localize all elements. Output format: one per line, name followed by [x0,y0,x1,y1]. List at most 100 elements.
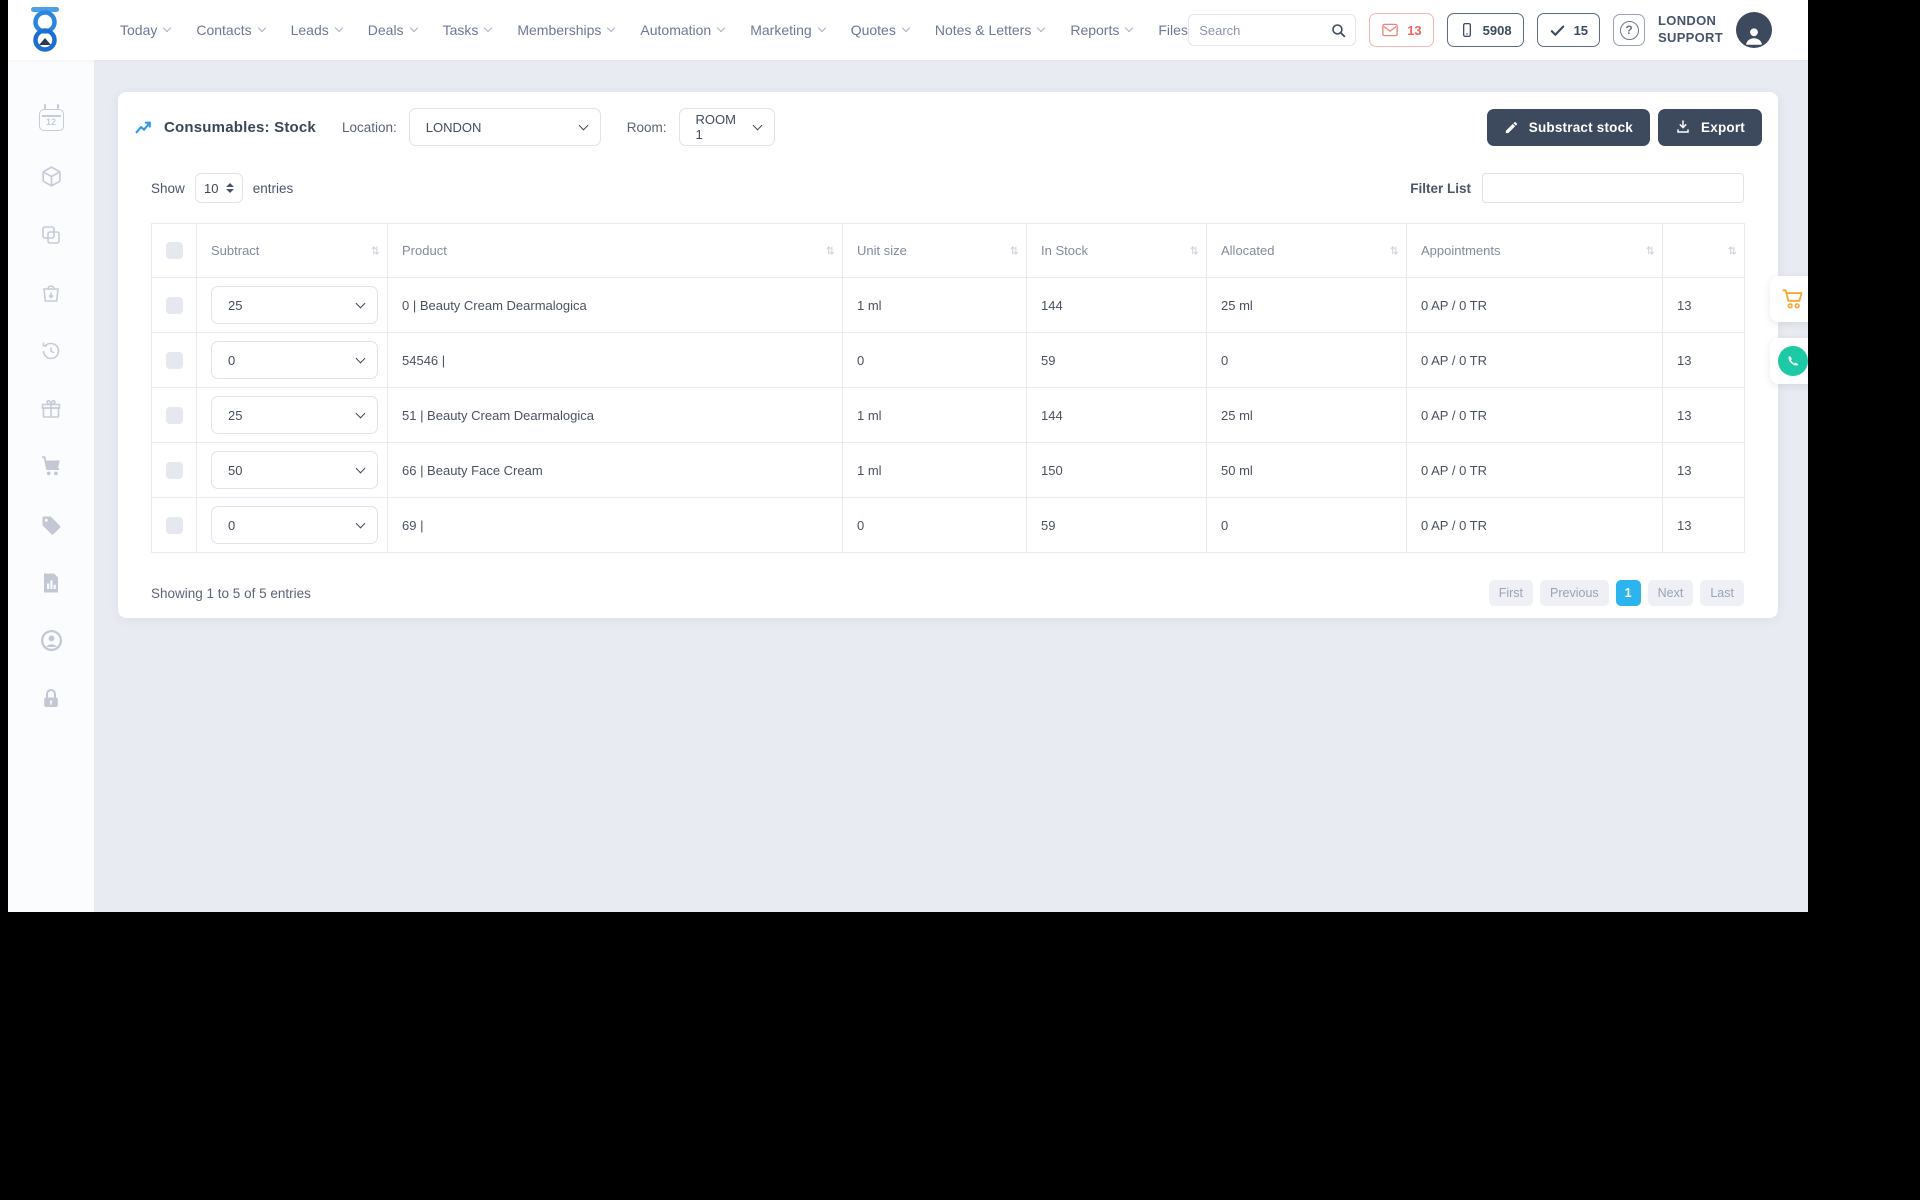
product-cell: 54546 | [387,332,843,388]
sidebar-item-account[interactable] [38,628,64,653]
page-length-select[interactable]: 10 [194,173,243,203]
table-header-row: Subtract ⇅ Product ⇅ Unit size ⇅ In Stock ⇅ … [151,223,1745,278]
nav-item-leads[interactable]: Leads [291,22,344,38]
nav-item-memberships[interactable]: Memberships [517,22,616,38]
spinner-arrows-icon [225,183,234,193]
tasks-count: 15 [1573,22,1589,38]
select-all-checkbox[interactable] [166,242,183,259]
nav-item-marketing[interactable]: Marketing [750,22,826,38]
row-checkbox[interactable] [166,516,183,534]
nav-item-automation[interactable]: Automation [640,22,726,38]
sidebar-item-pricing[interactable] [38,512,64,537]
sort-icon: ⇅ [1189,244,1199,257]
nav-item-deals[interactable]: Deals [368,22,418,38]
allocated-cell: 25 ml [1206,387,1407,443]
help-button[interactable] [1613,14,1646,46]
allocated-cell: 0 [1206,332,1407,388]
person-icon [1746,28,1762,45]
tasks-badge[interactable]: 15 [1536,13,1601,47]
allocated-cell: 25 ml [1206,277,1407,333]
row-checkbox[interactable] [166,406,183,424]
search-input[interactable] [1189,22,1322,38]
chevron-down-icon [1125,23,1134,33]
filter-list-input[interactable] [1482,173,1744,203]
subtract-qty-select[interactable]: 0 [211,341,378,379]
report-chart-icon [44,573,58,592]
in-stock-cell: 150 [1026,442,1207,498]
subtract-qty-select[interactable]: 25 [211,396,378,434]
column-header-subtract[interactable]: Subtract ⇅ [196,223,388,278]
column-header-appointments[interactable]: Appointments ⇅ [1406,223,1663,278]
search-icon[interactable] [1321,15,1355,45]
nav-label: Tasks [442,22,479,38]
app-logo-hourglass-icon[interactable] [26,5,64,55]
row-checkbox[interactable] [166,296,183,314]
subtract-qty-select[interactable]: 50 [211,451,378,489]
page-length-value: 10 [204,180,219,196]
column-label: In Stock [1041,243,1088,258]
allocated-cell: 50 ml [1206,442,1407,498]
subtract-stock-label: Substract stock [1528,119,1634,135]
top-navbar: Today Contacts Leads Deals Tasks Members… [8,0,1808,60]
room-select[interactable]: ROOM 1 [678,108,775,146]
floating-cart-button[interactable] [1770,276,1808,322]
in-stock-cell: 59 [1026,497,1207,553]
extra-cell: 13 [1662,332,1745,388]
nav-item-files[interactable]: Files [1158,22,1188,38]
envelope-icon [1382,23,1398,37]
avatar[interactable] [1736,12,1772,48]
sidebar-item-cart[interactable] [38,454,64,479]
column-label: Appointments [1421,243,1501,258]
subtract-qty-value: 0 [228,352,236,368]
chevron-down-icon [901,23,911,33]
column-header-extra[interactable]: ⇅ [1662,223,1745,278]
unit-size-cell: 1 ml [842,387,1027,443]
trending-up-icon [135,121,151,133]
sidebar-item-products[interactable] [38,164,64,189]
column-header-unit-size[interactable]: Unit size ⇅ [842,223,1027,278]
messages-badge[interactable]: 13 [1369,13,1434,47]
column-label: Product [402,243,447,258]
column-header-allocated[interactable]: Allocated ⇅ [1206,223,1407,278]
filter-controls: Filter List [1410,173,1744,203]
subtract-stock-button[interactable]: Substract stock [1486,108,1651,146]
nav-item-contacts[interactable]: Contacts [196,22,266,38]
subtract-qty-select[interactable]: 0 [211,506,378,544]
pagination-next[interactable]: Next [1647,580,1694,606]
appointments-cell: 0 AP / 0 TR [1406,387,1663,443]
checkmark-icon [1550,25,1564,36]
sidebar-item-security[interactable] [38,686,64,711]
column-header-product[interactable]: Product ⇅ [387,223,843,278]
nav-item-today[interactable]: Today [120,22,172,38]
row-checkbox[interactable] [166,461,183,479]
pagination-last[interactable]: Last [1700,580,1744,606]
nav-item-quotes[interactable]: Quotes [851,22,911,38]
phone-badge[interactable]: 5908 [1446,13,1524,47]
header-buttons: Substract stock Export [1486,108,1762,146]
sidebar-item-gifts[interactable] [38,396,64,421]
user-name-line2: SUPPORT [1658,30,1723,45]
subtract-qty-select[interactable]: 25 [211,286,378,324]
pagination-previous[interactable]: Previous [1540,580,1609,606]
pagination-first[interactable]: First [1488,580,1534,606]
sidebar-item-reports[interactable] [38,570,64,595]
nav-item-notes-letters[interactable]: Notes & Letters [935,22,1046,38]
sidebar-item-calendar[interactable]: 12 [38,104,64,131]
filter-list-label: Filter List [1410,180,1471,196]
column-header-in-stock[interactable]: In Stock ⇅ [1026,223,1207,278]
room-value: ROOM 1 [695,112,736,142]
sidebar-item-history[interactable] [38,338,64,363]
nav-item-tasks[interactable]: Tasks [442,22,493,38]
floating-chat-button[interactable] [1770,338,1808,384]
sidebar-item-orders[interactable] [38,280,64,305]
pagination-page-1[interactable]: 1 [1615,580,1641,606]
export-button[interactable]: Export [1658,108,1762,146]
sidebar-item-duplicates[interactable] [38,222,64,247]
appointments-cell: 0 AP / 0 TR [1406,332,1663,388]
location-select[interactable]: LONDON [408,108,601,146]
row-checkbox[interactable] [166,351,183,369]
subtract-qty-value: 25 [228,297,243,313]
in-stock-cell: 59 [1026,332,1207,388]
in-stock-cell: 144 [1026,277,1207,333]
nav-item-reports[interactable]: Reports [1070,22,1134,38]
